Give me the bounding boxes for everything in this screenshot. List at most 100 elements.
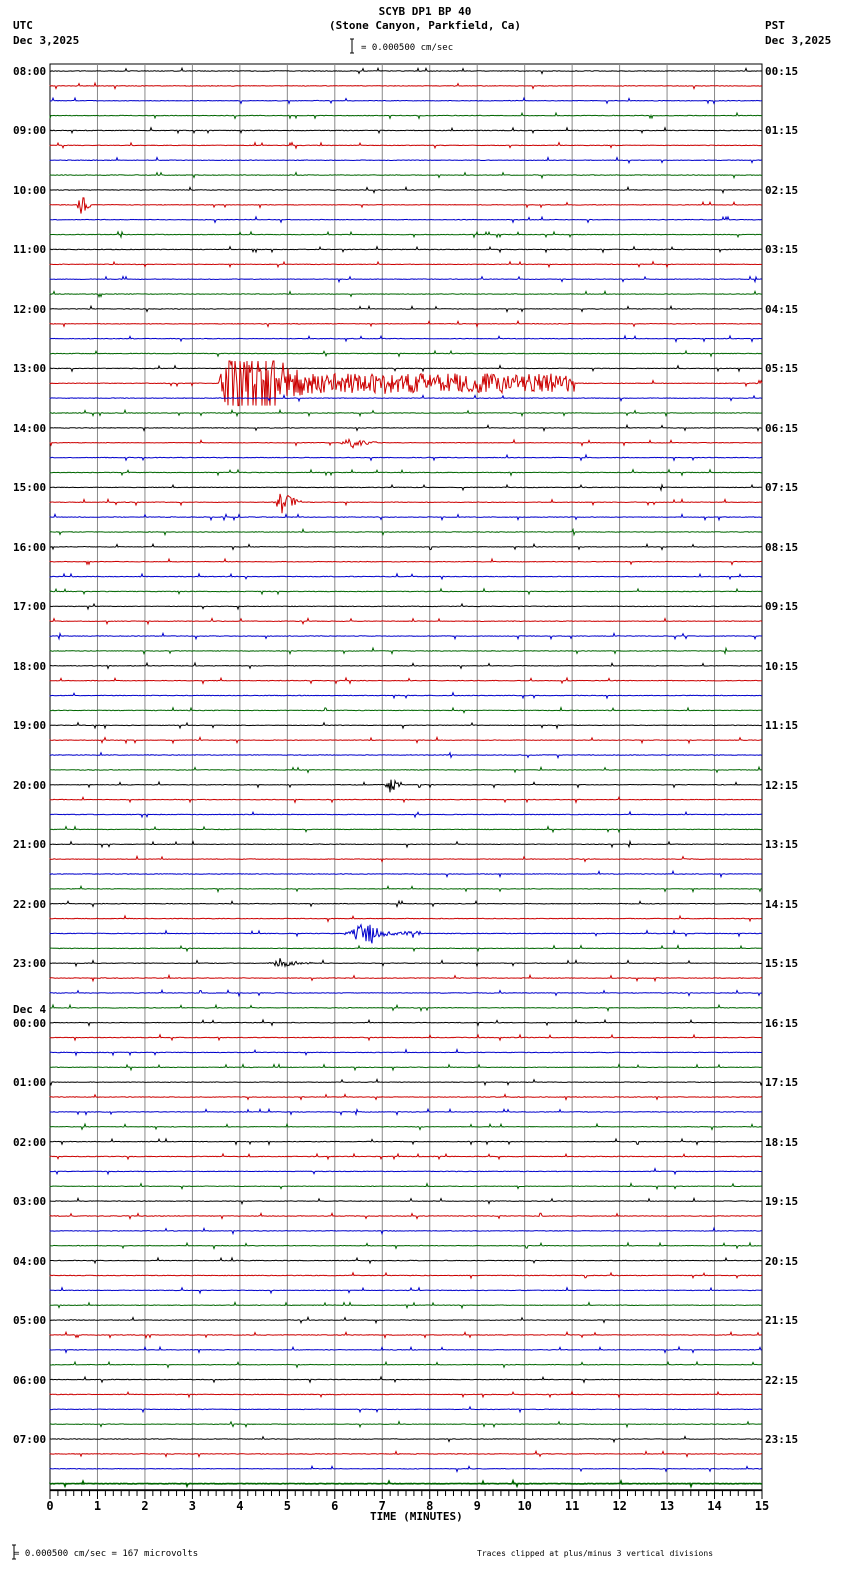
seismic-trace — [49, 765, 763, 774]
plot-frame — [49, 63, 763, 1492]
x-tick-label: 10 — [517, 1499, 531, 1513]
seismic-trace — [49, 943, 763, 953]
seismic-trace — [49, 453, 763, 462]
seismic-trace — [49, 958, 763, 968]
seismic-trace — [49, 810, 763, 819]
seismic-trace — [49, 1345, 763, 1354]
seismic-trace — [49, 1405, 763, 1414]
seismic-trace — [49, 542, 763, 551]
seismic-trace — [49, 1077, 763, 1087]
x-tick-label: 0 — [46, 1499, 53, 1513]
seismic-trace — [49, 676, 762, 685]
seismic-trace — [49, 1018, 763, 1027]
seismic-trace — [49, 171, 763, 180]
x-tick-label: 1 — [94, 1499, 101, 1513]
seismic-trace — [49, 631, 763, 641]
seismic-trace — [49, 1301, 762, 1310]
seismic-trace — [49, 1063, 762, 1072]
seismic-trace — [49, 1226, 762, 1236]
seismic-trace — [49, 468, 763, 477]
seismic-trace — [49, 360, 763, 407]
seismic-trace — [49, 66, 763, 75]
seismic-trace — [49, 334, 763, 343]
seismic-trace — [49, 973, 762, 983]
seismic-trace — [49, 111, 763, 120]
seismic-trace — [49, 289, 763, 299]
helicorder-chart: SCYB DP1 BP 40 (Stone Canyon, Parkfield,… — [0, 0, 850, 1584]
x-tick-label: 8 — [426, 1499, 433, 1513]
seismic-trace — [49, 751, 763, 760]
seismic-trace — [49, 1478, 763, 1489]
seismic-trace — [49, 1435, 763, 1444]
x-tick-label: 6 — [331, 1499, 338, 1513]
seismic-trace — [49, 899, 762, 908]
seismic-trace — [49, 437, 763, 449]
seismic-trace — [49, 81, 763, 91]
x-tick-label: 13 — [660, 1499, 674, 1513]
seismic-trace — [49, 616, 763, 626]
seismic-trace — [49, 1196, 763, 1206]
seismic-trace — [50, 215, 763, 224]
seismic-trace — [49, 260, 763, 269]
seismic-trace — [49, 1360, 763, 1369]
seismic-trace — [49, 602, 762, 611]
seismic-trace — [49, 1286, 763, 1295]
seismic-trace — [49, 1122, 763, 1131]
seismic-trace — [49, 155, 763, 165]
seismic-trace — [49, 1137, 763, 1146]
x-tick-label: 9 — [474, 1499, 481, 1513]
seismic-trace — [49, 691, 763, 700]
seismic-trace — [49, 1449, 762, 1459]
seismic-trace — [49, 527, 763, 537]
seismic-trace — [49, 587, 762, 596]
seismic-trace — [49, 646, 763, 656]
seismic-trace — [49, 275, 763, 284]
seismic-trace — [49, 884, 763, 894]
seismic-trace — [49, 923, 763, 944]
x-tick-label: 7 — [379, 1499, 386, 1513]
seismic-trace — [49, 705, 763, 714]
seismic-trace — [49, 1271, 763, 1280]
seismic-trace — [49, 854, 763, 863]
seismic-trace — [49, 1033, 763, 1042]
seismic-trace — [49, 825, 763, 834]
seismic-trace — [49, 245, 762, 254]
seismic-trace — [49, 483, 762, 493]
seismic-trace — [49, 364, 762, 373]
seismic-trace — [49, 839, 763, 849]
seismic-trace — [49, 735, 763, 745]
seismic-trace — [49, 1330, 763, 1340]
seismic-trace — [49, 1107, 763, 1117]
seismic-trace — [49, 1390, 762, 1399]
seismic-trace — [49, 1212, 763, 1220]
seismic-trace — [49, 319, 762, 329]
seismic-trace — [49, 1181, 763, 1191]
x-tick-label: 5 — [284, 1499, 291, 1513]
seismic-trace — [49, 408, 763, 418]
seismic-trace — [49, 1152, 763, 1161]
x-tick-label: 14 — [707, 1499, 721, 1513]
seismic-trace — [49, 126, 763, 135]
seismic-trace — [49, 1241, 763, 1250]
seismic-trace — [49, 1003, 763, 1013]
seismic-trace — [49, 423, 762, 433]
seismic-trace — [49, 572, 763, 581]
seismic-trace — [49, 1167, 763, 1176]
seismic-trace — [49, 349, 763, 358]
x-tick-label: 2 — [141, 1499, 148, 1513]
plot-area: 0 1 2 3 4 5 6 7 8 9 10 11 12 13 14 15 — [12, 38, 769, 1560]
seismic-trace — [49, 721, 763, 730]
seismic-trace — [49, 96, 762, 105]
seismic-trace — [49, 1464, 763, 1473]
seismic-trace — [49, 1093, 763, 1101]
seismic-trace — [49, 185, 762, 195]
seismic-trace — [49, 1420, 763, 1429]
seismic-trace — [49, 1048, 763, 1057]
x-tick-label: 11 — [565, 1499, 579, 1513]
seismic-trace — [49, 304, 763, 314]
seismic-trace — [49, 493, 763, 514]
seismic-trace — [49, 1256, 763, 1265]
seismic-trace — [49, 988, 763, 998]
seismic-trace — [49, 778, 763, 793]
seismic-trace — [49, 141, 763, 150]
